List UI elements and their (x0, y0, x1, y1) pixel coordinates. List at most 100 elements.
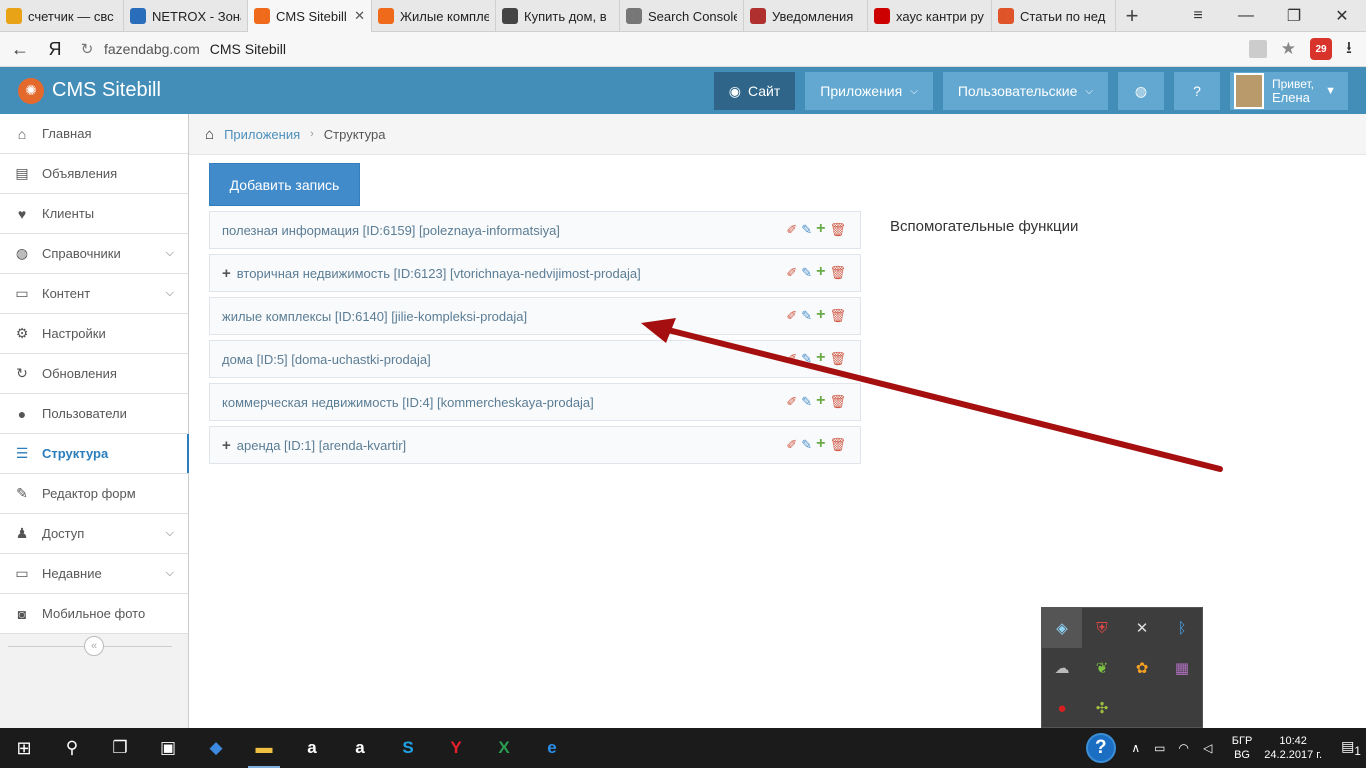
url-domain[interactable]: fazendabg.com (104, 41, 200, 57)
plus-icon[interactable]: + (816, 436, 825, 453)
browser-tab[interactable]: Жилые компле (372, 0, 496, 32)
menu-icon[interactable]: ≡ (1174, 0, 1222, 31)
expand-plus-icon[interactable]: + (222, 265, 231, 282)
sidebar-item[interactable]: ⌂ Главная (0, 114, 188, 154)
user-menu[interactable]: Привет, Елена ▼ (1230, 72, 1348, 110)
browser-tab[interactable]: CMS Sitebill ✕ (248, 0, 372, 32)
sidebar-item[interactable]: ▭ Недавние ⌵ (0, 554, 188, 594)
structure-row[interactable]: дома [ID:5] [doma-uchastki-prodaja] ✐ ✎ + 🗑 (209, 340, 861, 378)
windows-start-icon[interactable]: ⊞ (0, 728, 48, 768)
trash-icon[interactable]: 🗑 (829, 308, 846, 324)
pencil-icon[interactable]: ✎ (801, 265, 812, 281)
structure-row[interactable]: + аренда [ID:1] [arenda-kvartir] ✐ ✎ + 🗑 (209, 426, 861, 464)
protect-icon[interactable] (1248, 40, 1267, 58)
edge-icon[interactable]: e (528, 728, 576, 768)
structure-row-label[interactable]: аренда [ID:1] [arenda-kvartir] (237, 438, 406, 453)
extension-badge-icon[interactable]: 29 (1310, 38, 1333, 60)
sidebar-item[interactable]: ▭ Контент ⌵ (0, 274, 188, 314)
eraser-icon[interactable]: ✐ (786, 308, 797, 324)
sidebar-item[interactable]: ● Пользователи (0, 394, 188, 434)
sidebar-item[interactable]: ⚙ Настройки (0, 314, 188, 354)
task-view-icon[interactable]: ❐ (96, 728, 144, 768)
plus-icon[interactable]: + (816, 221, 825, 238)
tray-winrar-icon[interactable]: ▦ (1162, 648, 1202, 688)
close-tab-icon[interactable]: ✕ (354, 8, 365, 24)
sidebar-item[interactable]: ◍ Справочники ⌵ (0, 234, 188, 274)
download-icon[interactable]: ⭳ (1346, 35, 1352, 64)
globe-button[interactable]: ◍ (1118, 72, 1164, 110)
tray-tool-icon[interactable]: ✣ (1082, 688, 1122, 728)
clock[interactable]: 10:42 24.2.2017 г. (1264, 734, 1322, 762)
expand-plus-icon[interactable]: + (222, 437, 231, 454)
url-page-title[interactable]: CMS Sitebill (210, 41, 286, 57)
bookmark-star-icon[interactable]: ★ (1281, 39, 1296, 59)
file-explorer-icon[interactable]: ▬ (240, 728, 288, 768)
tray-apple-icon[interactable]: ● (1042, 688, 1082, 728)
tray-flower-icon[interactable]: ✿ (1122, 648, 1162, 688)
eraser-icon[interactable]: ✐ (786, 351, 797, 367)
search-icon[interactable]: ⚲ (48, 728, 96, 768)
sidebar-item[interactable]: ◙ Мобильное фото (0, 594, 188, 634)
structure-row-label[interactable]: жилые комплексы [ID:6140] [jilie-komplek… (222, 309, 527, 324)
sidebar-item[interactable]: ☰ Структура (0, 434, 189, 474)
excel-icon[interactable]: X (480, 728, 528, 768)
collapse-sidebar-icon[interactable]: « (84, 636, 104, 656)
structure-row-label[interactable]: коммерческая недвижимость [ID:4] [kommer… (222, 395, 594, 410)
structure-row[interactable]: коммерческая недвижимость [ID:4] [kommer… (209, 383, 861, 421)
restore-icon[interactable]: ❐ (1270, 0, 1318, 31)
yandex-logo[interactable]: Я (40, 39, 70, 60)
battery-icon[interactable]: ▭ (1148, 741, 1172, 755)
sidebar-item[interactable]: ♟ Доступ ⌵ (0, 514, 188, 554)
eraser-icon[interactable]: ✐ (786, 437, 797, 453)
close-window-icon[interactable]: ✕ (1318, 0, 1366, 31)
tray-app-icon[interactable]: ◈ (1042, 608, 1082, 648)
pencil-icon[interactable]: ✎ (801, 394, 812, 410)
structure-row[interactable]: жилые комплексы [ID:6140] [jilie-komplek… (209, 297, 861, 335)
volume-icon[interactable]: ◁ (1196, 741, 1220, 755)
breadcrumb-link-apps[interactable]: Приложения (224, 127, 300, 142)
browser-tab[interactable]: Search Console (620, 0, 744, 32)
apps-dropdown[interactable]: Приложения ⌵ (805, 72, 933, 110)
trash-icon[interactable]: 🗑 (829, 437, 846, 453)
tray-leaf-icon[interactable]: ❦ (1082, 648, 1122, 688)
custom-dropdown[interactable]: Пользовательские ⌵ (942, 72, 1108, 110)
trash-icon[interactable]: 🗑 (829, 265, 846, 281)
structure-row-label[interactable]: полезная информация [ID:6159] [poleznaya… (222, 223, 560, 238)
tray-shield-icon[interactable]: ⛨ (1082, 608, 1122, 648)
amazon-icon[interactable]: a (288, 728, 336, 768)
trash-icon[interactable]: 🗑 (829, 394, 846, 410)
eraser-icon[interactable]: ✐ (786, 394, 797, 410)
notification-center-icon[interactable]: ▤1 (1336, 738, 1366, 758)
cms-logo[interactable]: ✺ CMS Sitebill (0, 77, 161, 104)
tray-cloud-icon[interactable]: ☁ (1042, 648, 1082, 688)
trash-icon[interactable]: 🗑 (829, 222, 846, 238)
pencil-icon[interactable]: ✎ (801, 437, 812, 453)
store-icon[interactable]: ▣ (144, 728, 192, 768)
plus-icon[interactable]: + (816, 264, 825, 281)
pencil-icon[interactable]: ✎ (801, 222, 812, 238)
eraser-icon[interactable]: ✐ (786, 222, 797, 238)
tray-speaker-muted-icon[interactable]: ✕ (1122, 608, 1162, 648)
sidebar-item[interactable]: ↻ Обновления (0, 354, 188, 394)
plus-icon[interactable]: + (816, 393, 825, 410)
language-indicator[interactable]: БГР BG (1232, 734, 1253, 762)
help-taskbar-icon[interactable]: ? (1085, 733, 1116, 763)
reload-icon[interactable]: ↻ (70, 40, 104, 58)
skype-icon[interactable]: S (384, 728, 432, 768)
amazon-app-icon[interactable]: a (336, 728, 384, 768)
sidebar-item[interactable]: ✎ Редактор форм (0, 474, 188, 514)
site-button[interactable]: ◉ Сайт (713, 72, 796, 110)
browser-tab[interactable]: Статьи по нед (992, 0, 1116, 32)
browser-tab[interactable]: счетчик — свс (0, 0, 124, 32)
pencil-icon[interactable]: ✎ (801, 308, 812, 324)
sidebar-item[interactable]: ♥ Клиенты (0, 194, 188, 234)
back-arrow-icon[interactable]: ← (0, 39, 40, 60)
eraser-icon[interactable]: ✐ (786, 265, 797, 281)
add-record-button[interactable]: Добавить запись (209, 163, 360, 206)
browser-tab[interactable]: Уведомления (744, 0, 868, 32)
sidebar-item[interactable]: ▤ Объявления (0, 154, 188, 194)
trash-icon[interactable]: 🗑 (829, 351, 846, 367)
browser-tab[interactable]: NETROX - Зона (124, 0, 248, 32)
new-tab-button[interactable]: + (1116, 0, 1148, 31)
plus-icon[interactable]: + (816, 307, 825, 324)
